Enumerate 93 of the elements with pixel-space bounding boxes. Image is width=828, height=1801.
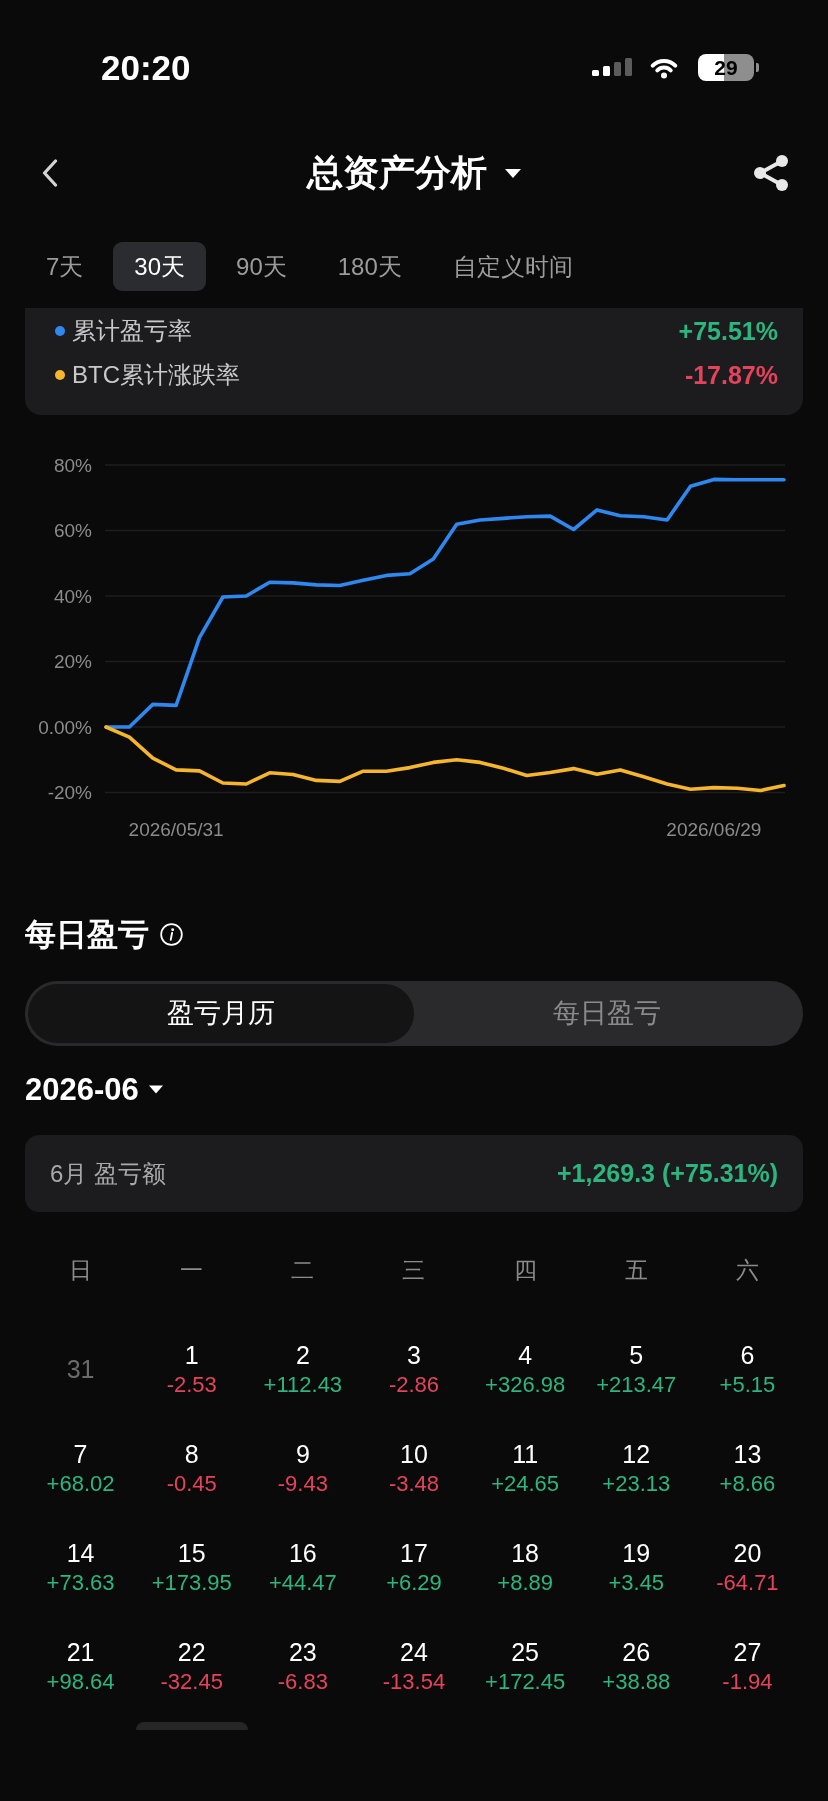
weekday-label: 五	[624, 1258, 648, 1282]
daily-pnl-value: +8.66	[719, 1470, 776, 1498]
daily-pnl-value: +23.13	[602, 1470, 671, 1498]
info-icon[interactable]	[160, 922, 183, 946]
daily-pnl-value: +6.29	[386, 1569, 442, 1597]
day-number: 8	[184, 1439, 199, 1469]
day-number: 4	[518, 1340, 533, 1370]
day-number: 16	[288, 1538, 317, 1568]
segment-tab[interactable]: 每日盈亏	[414, 984, 800, 1043]
day-number: 13	[733, 1439, 762, 1469]
day-number: 7	[73, 1439, 88, 1469]
daily-pnl-value: +8.89	[497, 1569, 553, 1597]
day-number: 21	[66, 1637, 95, 1667]
legend-label: BTC累计涨跌率	[72, 363, 240, 387]
period-tab[interactable]: 30天	[113, 242, 207, 291]
daily-pnl-value: -3.48	[388, 1470, 440, 1498]
y-axis-label: 60%	[53, 520, 92, 541]
section-title: 每日盈亏	[25, 918, 149, 950]
day-number: 2	[295, 1340, 310, 1370]
month-picker[interactable]: 2026-06	[25, 1069, 163, 1109]
weekday-label: 三	[402, 1258, 426, 1282]
legend-value: +75.51%	[678, 318, 778, 344]
weekday-label: 一	[180, 1258, 204, 1282]
day-number: 25	[511, 1637, 540, 1667]
daily-pnl-value: -2.53	[166, 1371, 217, 1399]
daily-pnl-value: -64.71	[716, 1569, 779, 1597]
day-number: 27	[733, 1637, 762, 1667]
daily-pnl-value: +68.02	[46, 1470, 115, 1498]
daily-pnl-value: +173.95	[151, 1569, 232, 1597]
status-time: 20:20	[101, 49, 191, 85]
day-number: 18	[511, 1538, 540, 1568]
daily-pnl-value: -32.45	[160, 1668, 223, 1696]
legend-label: 累计盈亏率	[72, 319, 192, 343]
weekday-label: 日	[69, 1258, 93, 1282]
daily-pnl-value: -9.43	[277, 1470, 328, 1498]
y-axis-label: 80%	[53, 454, 92, 476]
day-number: 14	[66, 1538, 95, 1568]
x-axis-label: 2026/06/29	[666, 818, 762, 840]
period-tab[interactable]: 180天	[316, 242, 423, 291]
daily-pnl-value: +112.43	[263, 1371, 343, 1399]
legend-value: -17.87%	[684, 362, 778, 388]
x-axis-label: 2026/05/31	[128, 818, 224, 840]
daily-pnl-value: +213.47	[596, 1371, 677, 1399]
day-number: 22	[177, 1637, 206, 1667]
y-axis-label: 40%	[53, 585, 92, 607]
day-number: 6	[740, 1340, 755, 1370]
summary-value: +1,269.3 (+75.31%)	[557, 1161, 778, 1186]
segment-tab[interactable]: 盈亏月历	[28, 984, 414, 1043]
day-number: 15	[177, 1538, 206, 1568]
daily-pnl-value: -0.45	[166, 1470, 217, 1498]
day-number: 31	[66, 1354, 95, 1384]
daily-pnl-value: +3.45	[608, 1569, 665, 1597]
y-axis-label: 20%	[53, 651, 92, 672]
day-number: 9	[295, 1439, 310, 1469]
signal-icon	[592, 58, 632, 76]
weekday-label: 二	[291, 1258, 315, 1282]
day-number: 20	[733, 1538, 762, 1568]
day-number: 23	[288, 1637, 317, 1667]
day-number: 11	[512, 1439, 539, 1469]
period-tab[interactable]: 7天	[25, 242, 105, 291]
day-number: 19	[622, 1538, 651, 1568]
daily-pnl-value: +326.98	[485, 1371, 566, 1399]
caret-down-icon	[505, 168, 521, 178]
daily-pnl-value: +5.15	[719, 1371, 776, 1399]
daily-pnl-value: -1.94	[722, 1668, 773, 1696]
daily-pnl-value: -6.83	[277, 1668, 328, 1696]
title-dropdown[interactable]: 总资产分析	[307, 155, 521, 191]
y-axis-label: -20%	[47, 782, 92, 803]
y-axis-label: 0.00%	[38, 716, 92, 738]
day-number: 1	[184, 1340, 199, 1370]
weekday-label: 六	[735, 1258, 759, 1282]
daily-pnl-value: +172.45	[485, 1668, 566, 1696]
daily-pnl-value: +98.64	[46, 1668, 115, 1696]
daily-pnl-value: +44.47	[268, 1569, 337, 1597]
day-number: 10	[400, 1439, 428, 1469]
period-tab[interactable]: 90天	[215, 242, 308, 291]
daily-pnl-value: +38.88	[602, 1668, 671, 1696]
period-tab[interactable]: 自定义时间	[431, 242, 594, 291]
back-icon[interactable]	[42, 159, 58, 187]
summary-label: 6月 盈亏额	[50, 1161, 166, 1186]
day-number: 17	[400, 1538, 428, 1568]
share-icon[interactable]	[752, 154, 790, 192]
day-number: 12	[622, 1439, 651, 1469]
daily-pnl-value: -13.54	[382, 1668, 446, 1696]
weekday-label: 四	[513, 1258, 537, 1282]
daily-pnl-value: +73.63	[46, 1569, 115, 1597]
daily-pnl-value: +24.65	[491, 1470, 560, 1498]
day-number: 26	[622, 1637, 651, 1667]
daily-pnl-value: -2.86	[388, 1371, 440, 1399]
caret-down-icon	[148, 1084, 163, 1094]
day-number: 24	[400, 1637, 428, 1667]
day-number: 3	[407, 1340, 421, 1370]
day-number: 5	[629, 1340, 644, 1370]
